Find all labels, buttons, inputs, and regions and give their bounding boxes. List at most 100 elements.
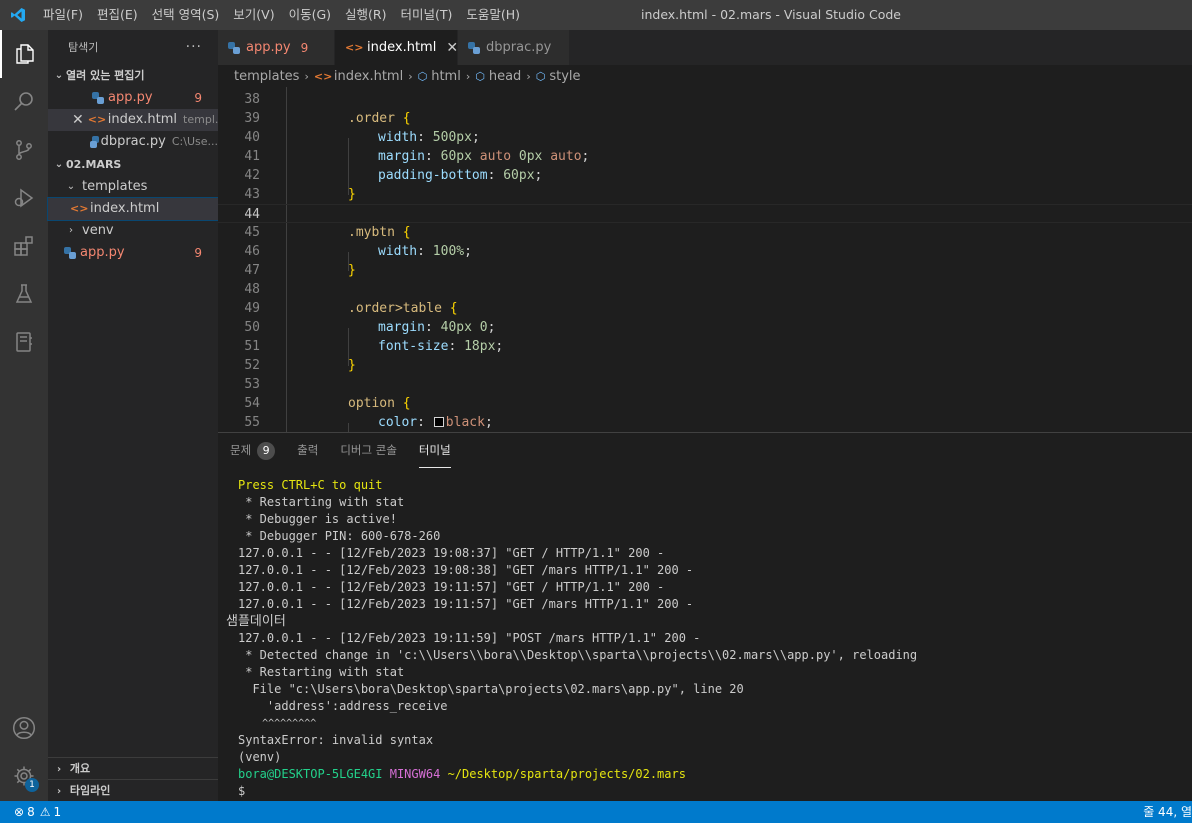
line-number: 55 (244, 415, 260, 430)
css-property: width (378, 244, 418, 259)
terminal-output[interactable]: Press CTRL+C to quit * Restarting with s… (226, 477, 918, 800)
close-icon[interactable]: ✕ (72, 109, 84, 131)
menu-bar: 파일(F) 편집(E) 선택 영역(S) 보기(V) 이동(G) 실행(R) 터… (36, 0, 527, 30)
breadcrumb-item[interactable]: head (489, 69, 521, 84)
cube-icon: ⬡ (417, 69, 428, 83)
css-property: margin (378, 149, 425, 164)
chevron-right-icon: › (465, 69, 471, 83)
html-file-icon: <> (70, 202, 89, 215)
open-editors-label: 열려 있는 편집기 (66, 69, 145, 82)
menu-terminal[interactable]: 터미널(T) (394, 0, 460, 30)
notebook-icon[interactable] (0, 318, 48, 366)
tree-file-index-html[interactable]: <> index.html (47, 197, 219, 221)
search-icon[interactable] (0, 78, 48, 126)
panel-tabs: 문제 9 출력 디버그 콘솔 터미널 (218, 433, 1192, 468)
bottom-panel: 문제 9 출력 디버그 콘솔 터미널 Press CTRL+C to quit *… (218, 432, 1192, 801)
html-file-icon: <> (87, 113, 107, 126)
css-property: padding-bottom (378, 168, 488, 183)
breadcrumb-item[interactable]: templates (234, 69, 299, 84)
tab-output[interactable]: 출력 (297, 433, 318, 468)
code-line: 51 font-size: 18px; (218, 337, 1192, 356)
account-icon[interactable] (0, 704, 48, 752)
testing-icon[interactable] (0, 270, 48, 318)
menu-selection[interactable]: 선택 영역(S) (145, 0, 227, 30)
css-value: auto (479, 149, 512, 164)
settings-badge: 1 (25, 778, 39, 792)
line-number: 49 (244, 301, 260, 316)
tab-problems[interactable]: 문제 9 (230, 433, 276, 468)
terminal-input-line[interactable]: $ (238, 783, 917, 800)
folder-section[interactable]: ⌄ 02.MARS (48, 154, 218, 176)
terminal-line: Press CTRL+C to quit (238, 478, 383, 492)
settings-gear-icon[interactable]: 1 (0, 752, 48, 800)
line-number: 45 (244, 225, 260, 240)
terminal-line: * Detected change in 'c:\\Users\\bora\\D… (238, 648, 918, 662)
terminal-line: ^^^^^^^^^ (238, 718, 317, 729)
outline-label: 개요 (69, 762, 91, 775)
open-editor-index-html[interactable]: ✕ <> index.html templ... (48, 109, 218, 131)
open-editor-error-count: 9 (194, 91, 202, 105)
outline-section[interactable]: › 개요 (48, 757, 218, 779)
prompt-user: bora@DESKTOP-5LGE4GI (238, 767, 383, 781)
tab-terminal[interactable]: 터미널 (418, 433, 451, 468)
tab-dbprac-py[interactable]: dbprac.py (458, 30, 570, 65)
vscode-logo-icon (0, 0, 36, 30)
css-property: margin (378, 320, 425, 335)
cube-icon: ⬡ (475, 69, 485, 83)
code-line: 48 (218, 280, 1192, 299)
css-property: color (378, 415, 418, 430)
more-actions-icon[interactable]: ··· (186, 30, 202, 65)
extensions-icon[interactable] (0, 222, 48, 270)
line-number: 41 (244, 149, 260, 164)
open-editor-name: dbprac.py (100, 134, 166, 149)
tree-file-app-py[interactable]: app.py 9 (48, 242, 218, 264)
close-icon[interactable]: ✕ (446, 40, 458, 56)
code-line: 49 .order>table { (218, 299, 1192, 318)
open-editors-section[interactable]: ⌄ 열려 있는 편집기 (48, 65, 218, 87)
color-swatch[interactable] (433, 417, 444, 427)
explorer-title: 탐색기 (68, 41, 99, 54)
code-line: 54 option { (218, 394, 1192, 413)
tree-folder-venv[interactable]: › venv (48, 220, 218, 242)
activity-bar: 1 (0, 30, 48, 801)
explorer-icon[interactable] (0, 30, 48, 78)
tab-index-html[interactable]: <> index.html ✕ (335, 30, 458, 65)
warning-icon: ⚠ (39, 805, 51, 819)
terminal-line: * Restarting with stat (238, 665, 405, 679)
run-debug-icon[interactable] (0, 174, 48, 222)
css-value: 18px (464, 339, 496, 354)
cube-icon: ⬡ (535, 69, 546, 83)
html-file-icon: <> (313, 69, 333, 83)
menu-run[interactable]: 실행(R) (338, 0, 393, 30)
explorer-sidebar: 탐색기 ··· ⌄ 열려 있는 편집기 app.py 9 ✕ <> index.… (47, 30, 219, 801)
menu-edit[interactable]: 편집(E) (90, 0, 145, 30)
menu-go[interactable]: 이동(G) (282, 0, 338, 30)
prompt-path: ~/Desktop/sparta/projects/02.mars (447, 767, 686, 781)
terminal-line: (venv) (238, 750, 282, 764)
css-selector: .order (348, 111, 395, 126)
code-line: 43} (218, 185, 1192, 204)
breadcrumb-item[interactable]: style (549, 69, 580, 84)
open-editor-app-py[interactable]: app.py 9 (48, 87, 218, 109)
status-bar: ⊗ 8 ⚠ 1 줄 44, 열 (0, 801, 1192, 823)
menu-file[interactable]: 파일(F) (36, 0, 90, 30)
breadcrumb-item[interactable]: html (431, 69, 461, 84)
cursor-position[interactable]: 줄 44, 열 (1143, 801, 1192, 823)
code-line: 53 (218, 375, 1192, 394)
tree-folder-templates[interactable]: ⌄ templates (48, 176, 218, 198)
terminal-line: 127.0.0.1 - - [12/Feb/2023 19:08:37] "GE… (238, 546, 665, 560)
breadcrumb-item[interactable]: index.html (334, 69, 403, 84)
line-number: 39 (244, 111, 260, 126)
menu-view[interactable]: 보기(V) (226, 0, 281, 30)
chevron-right-icon: › (56, 764, 62, 775)
tab-app-py[interactable]: app.py 9 (218, 30, 335, 65)
title-bar: 파일(F) 편집(E) 선택 영역(S) 보기(V) 이동(G) 실행(R) 터… (0, 0, 1192, 30)
css-value: 0px (518, 149, 543, 164)
problems-status[interactable]: ⊗ 8 ⚠ 1 (0, 805, 61, 819)
tab-debug-console[interactable]: 디버그 콘솔 (340, 433, 397, 468)
source-control-icon[interactable] (0, 126, 48, 174)
timeline-section[interactable]: › 타임라인 (48, 779, 218, 801)
menu-help[interactable]: 도움말(H) (459, 0, 527, 30)
open-editor-dbprac-py[interactable]: dbprac.py C:\Use... (48, 131, 218, 153)
code-editor[interactable]: 38 39 .order { 40 width: 500px; 41 margin: … (218, 87, 1192, 432)
